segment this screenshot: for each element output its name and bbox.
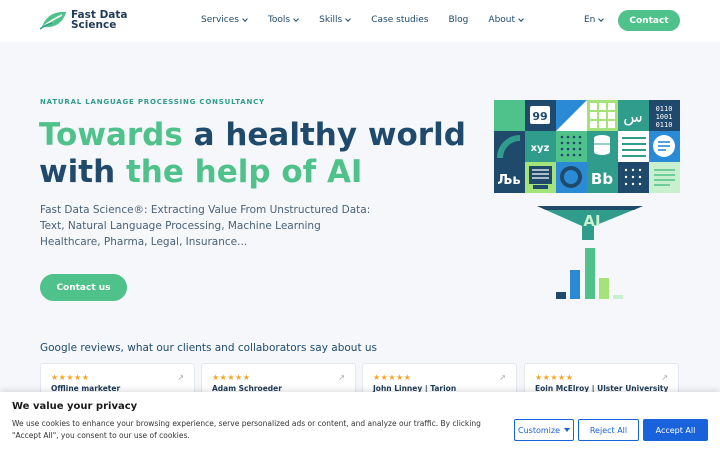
external-link-icon[interactable]: ↗ — [499, 373, 506, 382]
svg-text:AI: AI — [583, 212, 600, 230]
svg-text:xyz: xyz — [531, 143, 550, 154]
svg-text:0110: 0110 — [656, 105, 673, 113]
star-rating: ★★★★★ — [212, 373, 251, 382]
hero-contact-us-button[interactable]: Contact us — [40, 274, 127, 301]
svg-text:س: س — [623, 107, 643, 126]
nav-item-tools[interactable]: Tools — [268, 15, 299, 25]
chevron-down-icon — [518, 15, 524, 22]
language-selector[interactable]: En — [584, 15, 605, 25]
star-rating: ★★★★★ — [535, 373, 574, 382]
svg-text:1001: 1001 — [656, 113, 673, 121]
cookie-reject-all-button[interactable]: Reject All — [578, 419, 639, 441]
external-link-icon[interactable]: ↗ — [177, 373, 184, 382]
logo[interactable]: Fast Data Science — [40, 9, 127, 31]
chevron-down-icon — [293, 15, 299, 22]
hero-data-funnel-illustration: 99 س 0110 1001 0110 xyz Љь Bb AI — [494, 100, 680, 299]
hero-subtitle: Fast Data Science®: Extracting Value Fro… — [40, 204, 371, 248]
external-link-icon[interactable]: ↗ — [338, 373, 345, 382]
nav-item-blog[interactable]: Blog — [449, 15, 469, 25]
reviews-heading: Google reviews, what our clients and col… — [40, 342, 378, 354]
caret-down-icon — [564, 428, 570, 432]
external-link-icon[interactable]: ↗ — [661, 373, 668, 382]
cookie-customize-button[interactable]: Customize — [514, 419, 574, 441]
svg-text:Bb: Bb — [591, 170, 613, 188]
main-nav: Services Tools Skills Case studies Blog … — [201, 15, 524, 25]
site-header: Fast Data Science Services Tools Skills … — [0, 0, 720, 42]
star-rating: ★★★★★ — [373, 373, 412, 382]
nav-item-skills[interactable]: Skills — [319, 15, 352, 25]
chevron-down-icon — [242, 15, 248, 22]
cookie-title: We value your privacy — [12, 401, 138, 412]
chevron-down-icon — [345, 15, 352, 22]
nav-item-services[interactable]: Services — [201, 15, 248, 25]
header-contact-button[interactable]: Contact — [618, 10, 680, 31]
star-rating: ★★★★★ — [51, 373, 90, 382]
hero-headline: Towards a healthy world with the help of… — [39, 117, 466, 190]
cookie-text: We use cookies to enhance your browsing … — [12, 419, 481, 440]
svg-text:99: 99 — [532, 110, 547, 123]
chevron-down-icon — [598, 15, 605, 22]
logo-text: Fast Data Science — [71, 9, 128, 31]
svg-text:0110: 0110 — [656, 121, 673, 129]
nav-item-about[interactable]: About — [488, 15, 524, 25]
svg-text:Љь: Љь — [497, 173, 520, 188]
hero-eyebrow: NATURAL LANGUAGE PROCESSING CONSULTANCY — [40, 98, 265, 106]
logo-leaf-icon — [40, 11, 66, 30]
cookie-accept-all-button[interactable]: Accept All — [643, 419, 708, 441]
nav-item-case-studies[interactable]: Case studies — [371, 15, 428, 25]
